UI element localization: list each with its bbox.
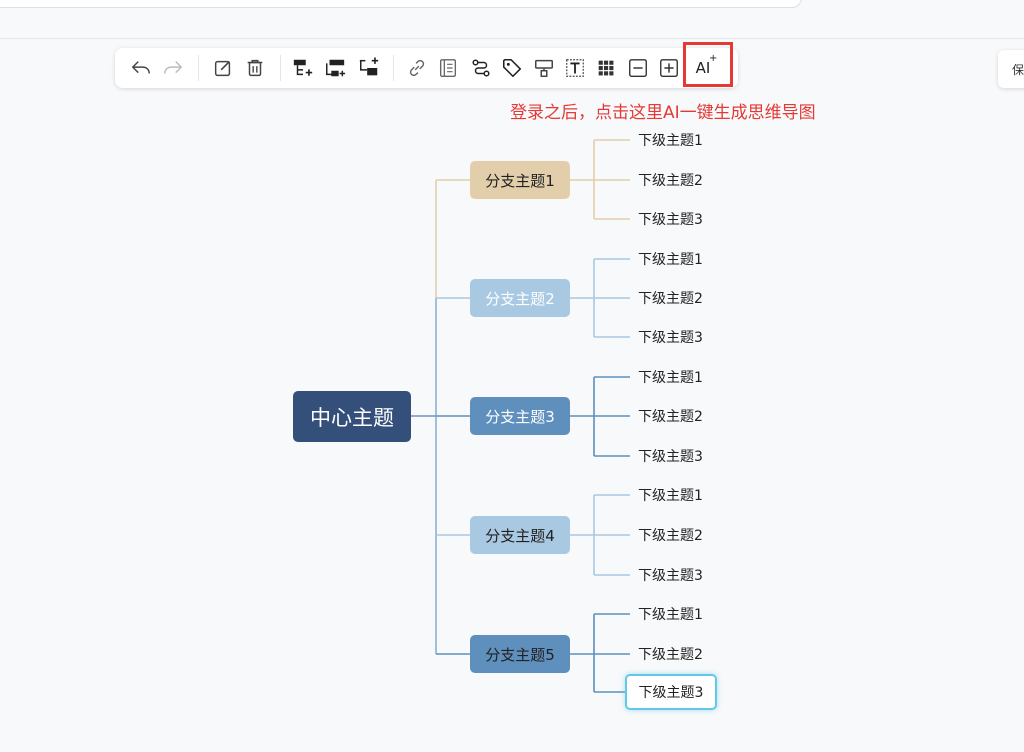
leaf-connectors-4 — [570, 494, 630, 576]
subtopic-3-3[interactable]: 下级主题3 — [638, 444, 703, 468]
subtopic-1-2[interactable]: 下级主题2 — [638, 168, 703, 192]
subtopic-1-1[interactable]: 下级主题1 — [638, 128, 703, 152]
leaf-connectors-5 — [570, 613, 630, 693]
subtopic-5-2[interactable]: 下级主题2 — [638, 642, 703, 666]
subtopic-2-2[interactable]: 下级主题2 — [638, 286, 703, 310]
leaf-connectors-1 — [570, 139, 630, 220]
subtopic-4-3[interactable]: 下级主题3 — [638, 563, 703, 587]
subtopic-4-2[interactable]: 下级主题2 — [638, 523, 703, 547]
branch-topic-1[interactable]: 分支主题1 — [470, 161, 570, 199]
subtopic-4-1[interactable]: 下级主题1 — [638, 483, 703, 507]
branch-topic-2[interactable]: 分支主题2 — [470, 279, 570, 317]
subtopic-3-1[interactable]: 下级主题1 — [638, 365, 703, 389]
subtopic-5-3-selected[interactable]: 下级主题3 — [625, 674, 717, 710]
center-topic[interactable]: 中心主题 — [293, 391, 411, 442]
leaf-connectors-2 — [570, 258, 630, 338]
branch-topic-4[interactable]: 分支主题4 — [470, 516, 570, 554]
branch-topic-5[interactable]: 分支主题5 — [470, 635, 570, 673]
subtopic-2-1[interactable]: 下级主题1 — [638, 247, 703, 271]
leaf-connectors-3 — [570, 376, 630, 457]
subtopic-2-3[interactable]: 下级主题3 — [638, 325, 703, 349]
subtopic-3-2[interactable]: 下级主题2 — [638, 404, 703, 428]
subtopic-1-3[interactable]: 下级主题3 — [638, 207, 703, 231]
subtopic-5-1[interactable]: 下级主题1 — [638, 602, 703, 626]
branch-topic-3[interactable]: 分支主题3 — [470, 397, 570, 435]
